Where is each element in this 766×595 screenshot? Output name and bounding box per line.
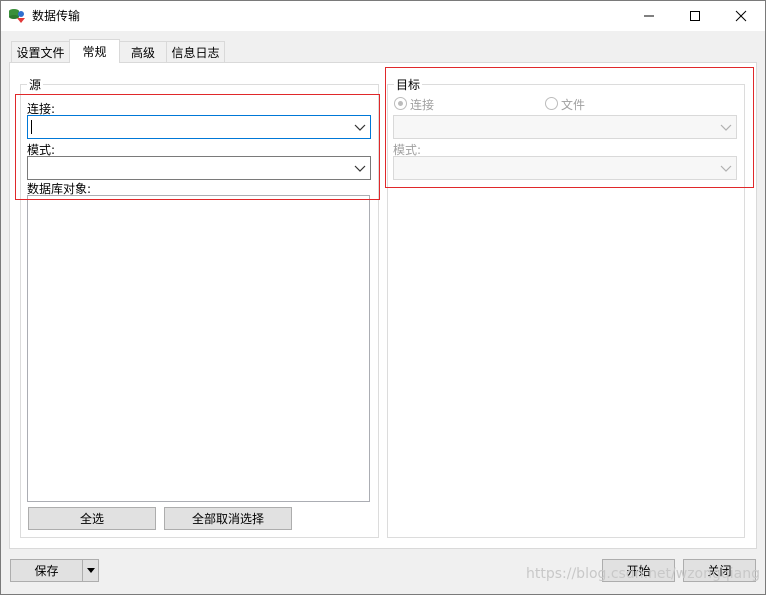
target-schema-combo[interactable] [393, 156, 737, 180]
app-icon [8, 7, 26, 25]
save-button[interactable]: 保存 [10, 559, 83, 582]
chevron-down-icon [720, 165, 732, 172]
tab-message-log[interactable]: 信息日志 [166, 41, 225, 63]
close-icon [735, 10, 747, 21]
source-connection-combo[interactable] [27, 115, 371, 139]
minimize-icon [644, 15, 654, 16]
select-all-button[interactable]: 全选 [28, 507, 156, 530]
chevron-down-icon [354, 124, 366, 131]
source-group-label: 源 [27, 76, 44, 93]
chevron-down-icon [720, 124, 732, 131]
tab-advanced[interactable]: 高级 [119, 41, 167, 63]
window-title: 数据传输 [32, 9, 81, 23]
tab-general[interactable]: 常规 [69, 39, 120, 63]
source-schema-combo[interactable] [27, 156, 371, 180]
radio-selected-dot [398, 101, 403, 106]
maximize-button[interactable] [672, 0, 718, 31]
watermark: https://blog.csdn.net/wzongqiang [526, 566, 760, 582]
target-group-label: 目标 [394, 76, 423, 93]
chevron-down-icon [354, 165, 366, 172]
text-caret [31, 120, 32, 134]
tab-settings-file[interactable]: 设置文件 [11, 41, 70, 63]
target-connection-combo[interactable] [393, 115, 737, 139]
save-dropdown-button[interactable] [82, 559, 99, 582]
target-file-radio[interactable] [545, 97, 558, 110]
dropdown-arrow-icon [86, 567, 95, 573]
close-window-button[interactable] [718, 0, 764, 31]
target-connection-radio-label: 连接 [410, 98, 435, 112]
target-connection-radio[interactable] [394, 97, 407, 110]
database-objects-list[interactable] [27, 195, 370, 502]
target-group [387, 84, 745, 538]
target-file-radio-label: 文件 [561, 98, 586, 112]
deselect-all-button[interactable]: 全部取消选择 [164, 507, 292, 530]
maximize-icon [690, 10, 700, 21]
minimize-button[interactable] [626, 0, 672, 31]
